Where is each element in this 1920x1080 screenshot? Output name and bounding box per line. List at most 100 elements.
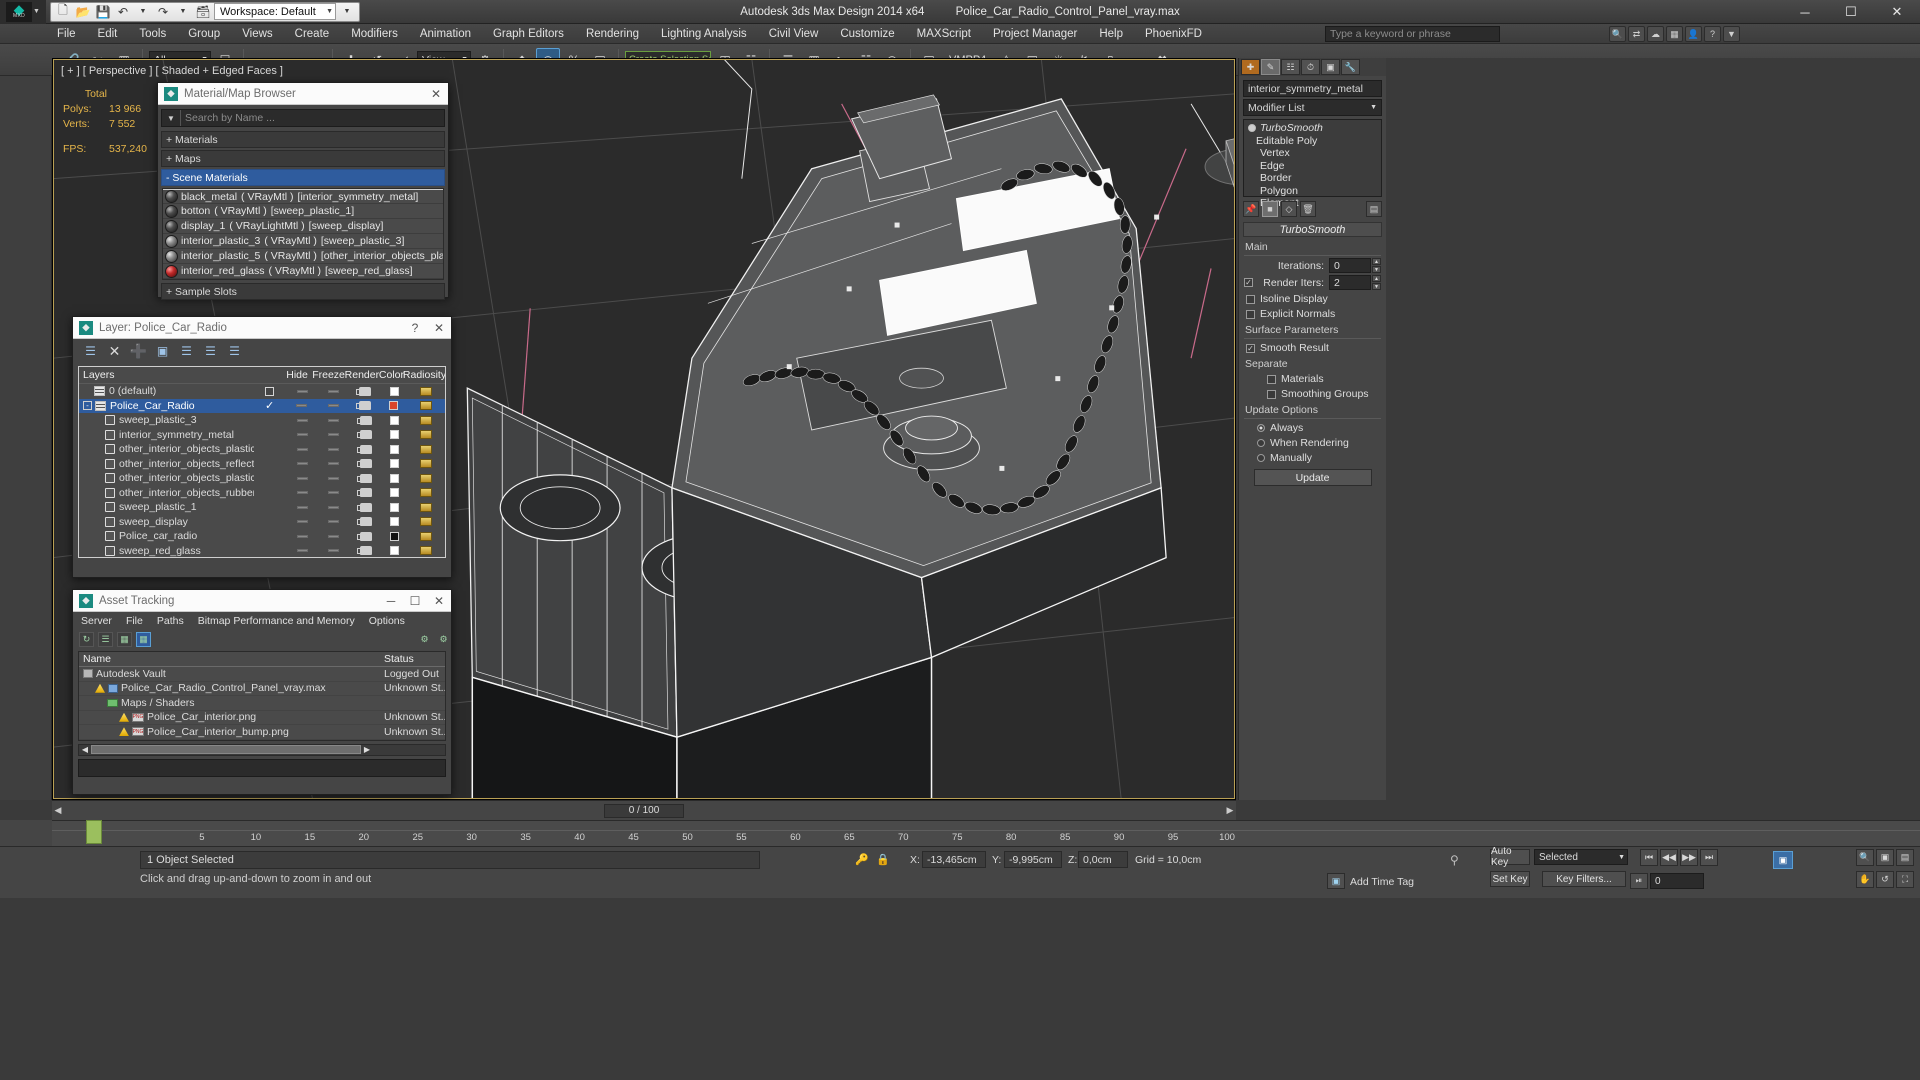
smoothing-groups-checkbox[interactable]	[1267, 389, 1276, 399]
menu-item-lighting-analysis[interactable]: Lighting Analysis	[650, 26, 758, 42]
radiosity-icon[interactable]	[419, 502, 432, 512]
checkbox-icon[interactable]	[265, 386, 275, 396]
set-project-folder-icon[interactable]: 🗃	[194, 3, 212, 20]
detail-view-icon[interactable]: ▦	[117, 631, 132, 647]
help-icon[interactable]: ?	[1704, 26, 1721, 42]
x-coord-field[interactable]: -13,465cm	[922, 851, 986, 868]
layer-hide-cell[interactable]	[287, 404, 318, 408]
layer-radiosity-cell[interactable]	[407, 473, 445, 483]
material-group-2[interactable]: - Scene Materials	[161, 169, 445, 186]
modifier-stack-item[interactable]: Editable Poly	[1244, 135, 1381, 148]
layer-freeze-cell[interactable]	[318, 505, 350, 509]
layer-radiosity-cell[interactable]	[407, 546, 445, 556]
layer-row[interactable]: sweep_red_glass	[79, 544, 445, 558]
open-file-icon[interactable]: 📂	[74, 3, 92, 20]
add-time-tag-label[interactable]: Add Time Tag	[1350, 876, 1414, 888]
go-to-end-icon[interactable]: ⏭	[1700, 849, 1718, 866]
app-menu-button[interactable]: ◆ MXD ▼	[0, 0, 46, 24]
hide-toggle-icon[interactable]	[297, 462, 309, 466]
motion-tab[interactable]: ⏱	[1301, 59, 1320, 75]
radiosity-icon[interactable]	[419, 444, 432, 454]
update-button[interactable]: Update	[1253, 469, 1372, 486]
pin-stack-icon[interactable]: 📌	[1243, 201, 1259, 217]
render-iters-spinner[interactable]: 2	[1329, 275, 1371, 290]
layer-render-cell[interactable]	[350, 531, 382, 541]
layer-row[interactable]: 0 (default)	[79, 384, 445, 399]
asset-menu-server[interactable]: Server	[81, 615, 112, 627]
freeze-toggle-icon[interactable]	[328, 505, 340, 509]
smoothing-groups-row[interactable]: Smoothing Groups	[1267, 388, 1386, 400]
layer-freeze-cell[interactable]	[317, 404, 349, 408]
add-time-tag-icon[interactable]: ▣	[1327, 873, 1345, 889]
pan-view-icon[interactable]: ✋	[1856, 871, 1874, 888]
refresh-icon[interactable]: ↻	[79, 631, 94, 647]
layer-render-cell[interactable]	[350, 430, 382, 440]
asset-name-cell[interactable]: Maps / Shaders	[79, 697, 381, 709]
layer-radiosity-cell[interactable]	[407, 502, 445, 512]
freeze-toggle-icon[interactable]	[327, 404, 339, 408]
layer-hide-cell[interactable]	[287, 476, 318, 480]
layer-color-cell[interactable]	[382, 488, 407, 498]
render-toggle-icon[interactable]	[356, 430, 372, 440]
radiosity-icon[interactable]	[419, 386, 432, 396]
community-icon[interactable]: 👤	[1685, 26, 1702, 42]
radiosity-icon[interactable]	[419, 473, 432, 483]
hide-toggle-icon[interactable]	[297, 534, 309, 538]
layer-color-cell[interactable]	[382, 459, 407, 469]
color-swatch[interactable]	[389, 488, 399, 498]
material-list-item[interactable]: display_1( VRayLightMtl ) [sweep_display]	[163, 219, 443, 234]
expand-collapse-icon[interactable]: -	[83, 401, 92, 411]
layer-freeze-cell[interactable]	[318, 389, 350, 393]
zoom-extents-icon[interactable]: ▤	[1896, 849, 1914, 866]
manually-row[interactable]: Manually	[1257, 452, 1386, 464]
layer-freeze-cell[interactable]	[318, 549, 350, 553]
layer-hide-cell[interactable]	[287, 534, 318, 538]
radiosity-icon[interactable]	[419, 401, 432, 411]
hide-toggle-icon[interactable]	[296, 389, 308, 393]
save-file-icon[interactable]: 💾	[94, 3, 112, 20]
layer-color-cell[interactable]	[382, 473, 407, 483]
sample-slots-group[interactable]: + Sample Slots	[161, 283, 445, 300]
qat-overflow-icon[interactable]: ▼	[338, 3, 356, 20]
layer-color-cell[interactable]	[382, 546, 407, 556]
layer-freeze-cell[interactable]	[318, 447, 350, 451]
color-swatch[interactable]	[389, 415, 399, 425]
layer-name-cell[interactable]: Police_car_radio	[79, 530, 254, 542]
show-end-result-icon[interactable]: ■	[1262, 201, 1278, 217]
color-swatch[interactable]	[389, 430, 399, 440]
layer-render-cell[interactable]	[350, 502, 382, 512]
asset-row[interactable]: Maps / Shaders	[79, 696, 445, 711]
render-toggle-icon[interactable]	[356, 401, 372, 411]
menu-item-rendering[interactable]: Rendering	[575, 26, 650, 42]
hide-toggle-icon[interactable]	[297, 520, 309, 524]
asset-horizontal-scrollbar[interactable]: ◀ ▶	[78, 743, 446, 756]
isoline-display-row[interactable]: Isoline Display	[1246, 293, 1386, 305]
key-mode-icon[interactable]: 🔑	[855, 853, 869, 866]
hide-toggle-icon[interactable]	[297, 447, 309, 451]
material-list-item[interactable]: interior_plastic_3( VRayMtl ) [sweep_plas…	[163, 234, 443, 249]
layer-name-cell[interactable]: other_interior_objects_reflection	[79, 458, 254, 470]
radiosity-icon[interactable]	[419, 517, 432, 527]
layer-color-cell[interactable]	[381, 386, 406, 396]
workspace-selector[interactable]: Workspace: Default ▼	[214, 3, 336, 20]
layer-hide-cell[interactable]	[287, 549, 318, 553]
layer-freeze-cell[interactable]	[318, 491, 350, 495]
asset-menu-bitmap-performance-and-memory[interactable]: Bitmap Performance and Memory	[198, 615, 355, 627]
asset-menu-paths[interactable]: Paths	[157, 615, 184, 627]
redo-chevron-icon[interactable]: ▼	[174, 3, 192, 20]
hide-toggle-icon[interactable]	[296, 404, 308, 408]
layer-render-cell[interactable]	[350, 488, 382, 498]
material-list-item[interactable]: botton( VRayMtl ) [sweep_plastic_1]	[163, 204, 443, 219]
color-swatch[interactable]	[389, 459, 399, 469]
layer-freeze-cell[interactable]	[318, 534, 350, 538]
menu-item-tools[interactable]: Tools	[128, 26, 177, 42]
hide-toggle-icon[interactable]	[297, 549, 309, 553]
layer-freeze-cell[interactable]	[318, 418, 350, 422]
layer-row[interactable]: other_interior_objects_plastic_2	[79, 471, 445, 486]
layer-color-cell[interactable]	[381, 401, 406, 411]
layer-radiosity-cell[interactable]	[407, 401, 445, 411]
isoline-display-checkbox[interactable]	[1246, 294, 1255, 304]
iterations-spinner[interactable]: 0	[1329, 258, 1371, 273]
layer-render-cell[interactable]	[350, 386, 382, 396]
display-tab[interactable]: ▣	[1321, 59, 1340, 75]
